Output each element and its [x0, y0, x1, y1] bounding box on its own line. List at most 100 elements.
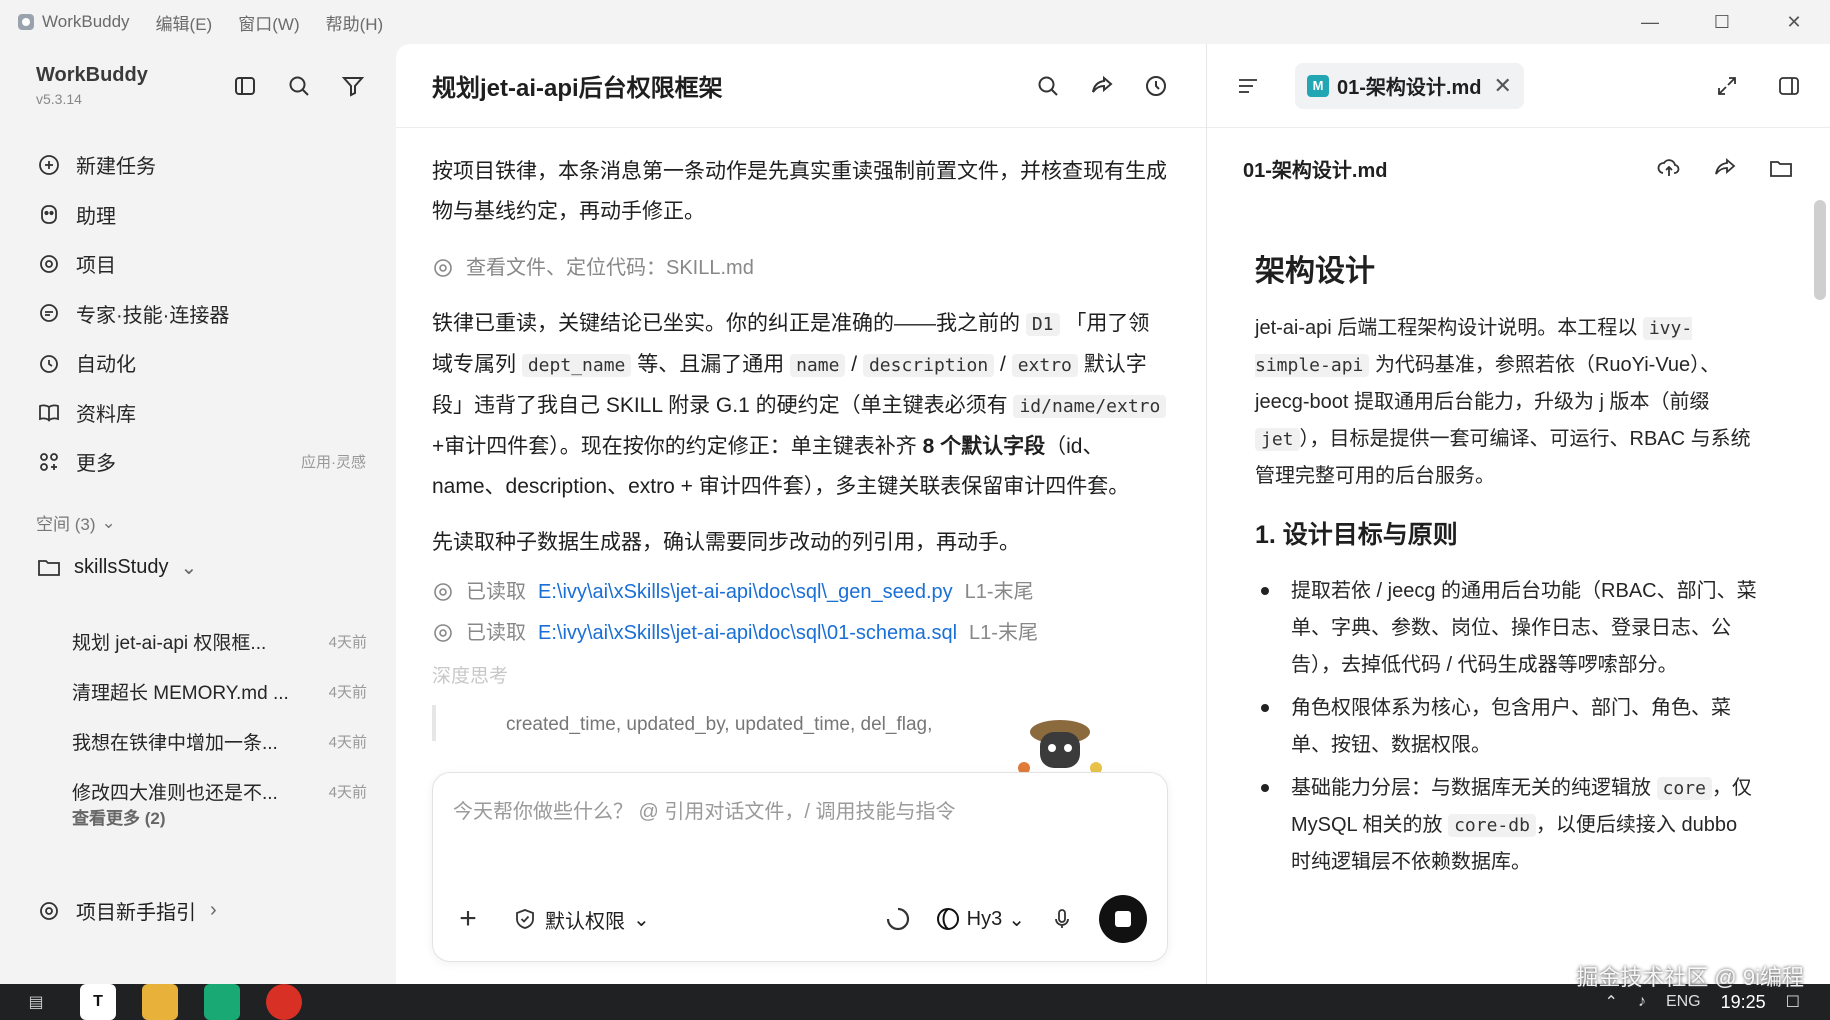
doc-subheading: 1. 设计目标与原则	[1255, 521, 1458, 549]
microphone-icon[interactable]	[1049, 906, 1075, 932]
history-icon[interactable]	[1142, 72, 1170, 100]
nav-label: 专家·技能·连接器	[76, 304, 230, 327]
nav-label: 自动化	[76, 354, 136, 377]
doc-file-name: 01-架构设计.md	[1243, 159, 1388, 182]
minimize-button[interactable]: —	[1614, 0, 1686, 44]
expand-icon[interactable]	[1714, 73, 1740, 99]
sidebar-toggle-icon[interactable]	[231, 72, 259, 100]
permission-select[interactable]: 默认权限 ⌄	[513, 905, 650, 934]
doc-tab-label: 01-架构设计.md	[1337, 77, 1482, 99]
model-label: Hy3	[966, 907, 1003, 930]
filter-icon[interactable]	[339, 72, 367, 100]
project-guide[interactable]: 项目新手指引 ›	[36, 896, 217, 925]
nav-new-task[interactable]: 新建任务	[36, 140, 366, 190]
text-span: +审计四件套）。现在按你的约定修正：单主键表补齐	[432, 435, 917, 458]
taskbar: ▤ T ⌃ ♪ ENG 19:25 ☐	[0, 984, 1830, 1020]
share-icon[interactable]	[1088, 72, 1116, 100]
nav-list: 新建任务 助理 项目 专家·技能·连接器 自动化 资料库 更多 应用·灵感	[36, 140, 366, 487]
doc-scrollbar[interactable]	[1814, 200, 1826, 300]
list-item: 提取若依 / jeecg 的通用后台功能（RBAC、部门、菜单、字典、参数、岗位…	[1255, 573, 1761, 684]
thinking-label[interactable]: 深度思考	[432, 657, 1170, 697]
tool-call-label: 查看文件、定位代码：SKILL.md	[466, 257, 754, 279]
chat-messages: 按项目铁律，本条消息第一条动作是先真实重读强制前置文件，并核查现有生成物与基线约…	[396, 128, 1206, 741]
app-logo-icon	[18, 14, 34, 30]
panel-toggle-icon[interactable]	[1776, 73, 1802, 99]
chat-input[interactable]: 今天帮你做些什么？ @ 引用对话文件，/ 调用技能与指令	[453, 795, 956, 824]
inline-code: id/name/extro	[1013, 395, 1167, 418]
nav-automation[interactable]: 自动化	[36, 338, 366, 388]
bold-text: 8 个默认字段	[922, 435, 1046, 458]
file-explorer-icon[interactable]	[142, 984, 178, 1020]
nav-library[interactable]: 资料库	[36, 388, 366, 438]
menu-edit[interactable]: 编辑(E)	[156, 10, 213, 35]
doc-paragraph: jet-ai-api 后端工程架构设计说明。本工程以 ivy-simple-ap…	[1255, 310, 1761, 495]
close-button[interactable]: ✕	[1758, 0, 1830, 44]
add-attachment-button[interactable]: +	[453, 902, 483, 936]
space-header[interactable]: 空间 (3) ⌄	[36, 510, 116, 535]
folder-icon[interactable]	[1768, 155, 1794, 181]
doc-tab[interactable]: M 01-架构设计.md ✕	[1295, 62, 1524, 109]
nav-more[interactable]: 更多 应用·灵感	[36, 437, 366, 487]
chat-input-box: 今天帮你做些什么？ @ 引用对话文件，/ 调用技能与指令 + 默认权限 ⌄ Hy…	[432, 772, 1168, 962]
workbuddy-app-icon[interactable]	[204, 984, 240, 1020]
language-indicator[interactable]: ENG	[1666, 993, 1701, 1011]
nav-expert[interactable]: 专家·技能·连接器	[36, 289, 366, 339]
text-span: jet-ai-api 后端工程架构设计说明。本工程以	[1255, 317, 1638, 339]
inline-code: extro	[1011, 354, 1078, 377]
nav-project[interactable]: 项目	[36, 239, 366, 289]
permission-label: 默认权限	[545, 910, 625, 933]
maximize-button[interactable]: ☐	[1686, 0, 1758, 44]
file-path-link[interactable]: E:\ivy\ai\xSkills\jet-ai-api\doc\sql\_ge…	[538, 572, 953, 612]
inline-code: core-db	[1448, 814, 1536, 837]
typora-app-icon[interactable]: T	[80, 984, 116, 1020]
chevron-down-icon: ⌄	[1008, 908, 1025, 931]
session-item[interactable]: 规划 jet-ai-api 权限框... 4天前	[72, 616, 367, 666]
menu-window[interactable]: 窗口(W)	[238, 10, 299, 35]
volume-icon[interactable]: ♪	[1638, 993, 1646, 1011]
eye-icon	[434, 259, 452, 277]
nav-more-hint: 应用·灵感	[301, 454, 366, 472]
doc-header: 01-架构设计.md	[1207, 128, 1830, 208]
eye-icon	[434, 623, 452, 642]
session-item[interactable]: 清理超长 MEMORY.md ... 4天前	[72, 666, 367, 716]
clock[interactable]: 19:25	[1721, 992, 1766, 1013]
share-icon[interactable]	[1712, 155, 1738, 181]
assistant-icon	[41, 205, 57, 225]
text-span: 基础能力分层：与数据库无关的纯逻辑放	[1291, 777, 1651, 799]
tool-call-line[interactable]: 查看文件、定位代码：SKILL.md	[432, 248, 1170, 288]
project-folder[interactable]: skillsStudy ⌄	[36, 554, 197, 580]
search-icon[interactable]	[285, 72, 313, 100]
message-text: 先读取种子数据生成器，确认需要同步改动的列引用，再动手。	[432, 531, 1020, 554]
file-path-link[interactable]: E:\ivy\ai\xSkills\jet-ai-api\doc\sql\01-…	[538, 613, 957, 653]
chat-header: 规划jet-ai-api后台权限框架	[396, 44, 1206, 128]
app-name: WorkBuddy	[42, 12, 130, 31]
message-text: 铁律已重读，关键结论已坐实。你的纠正是准确的——我之前的 D1 「用了领域专属列…	[432, 304, 1170, 507]
read-label: 已读取	[466, 580, 526, 603]
read-file-line[interactable]: 已读取 E:\ivy\ai\xSkills\jet-ai-api\doc\sql…	[432, 612, 1170, 653]
eye-icon	[434, 582, 452, 601]
task-view-icon[interactable]: ▤	[18, 984, 54, 1020]
notification-icon[interactable]: ☐	[1786, 992, 1800, 1012]
model-select[interactable]: Hy3 ⌄	[935, 906, 1025, 932]
chrome-icon[interactable]	[266, 984, 302, 1020]
app-title: WorkBuddy	[16, 12, 130, 32]
menu-help[interactable]: 帮助(H)	[326, 10, 384, 35]
inline-code: core	[1656, 777, 1712, 800]
doc-tab-bar: M 01-架构设计.md ✕	[1207, 44, 1830, 128]
see-more-link[interactable]: 查看更多 (2)	[72, 804, 166, 829]
search-icon[interactable]	[1034, 72, 1062, 100]
nav-assistant[interactable]: 助理	[36, 190, 366, 240]
stop-button[interactable]	[1099, 895, 1147, 943]
chevron-down-icon: ⌄	[180, 556, 198, 579]
chevron-down-icon: ⌄	[101, 512, 116, 532]
outline-icon[interactable]	[1235, 73, 1261, 99]
session-item[interactable]: 我想在铁律中增加一条... 4天前	[72, 716, 367, 766]
text-span: ），目标是提供一套可编译、可运行、RBAC 与系统管理完整可用的后台服务。	[1255, 428, 1751, 487]
tray-chevron-icon[interactable]: ⌃	[1605, 992, 1618, 1012]
read-file-line[interactable]: 已读取 E:\ivy\ai\xSkills\jet-ai-api\doc\sql…	[432, 571, 1170, 612]
message-text: 按项目铁律，本条消息第一条动作是先真实重读强制前置文件，并核查现有生成物与基线约…	[432, 160, 1167, 223]
session-title: 规划 jet-ai-api 权限框...	[72, 632, 267, 654]
close-tab-icon[interactable]: ✕	[1493, 73, 1511, 99]
model-logo-icon	[936, 908, 959, 930]
upload-icon[interactable]	[1656, 155, 1682, 181]
